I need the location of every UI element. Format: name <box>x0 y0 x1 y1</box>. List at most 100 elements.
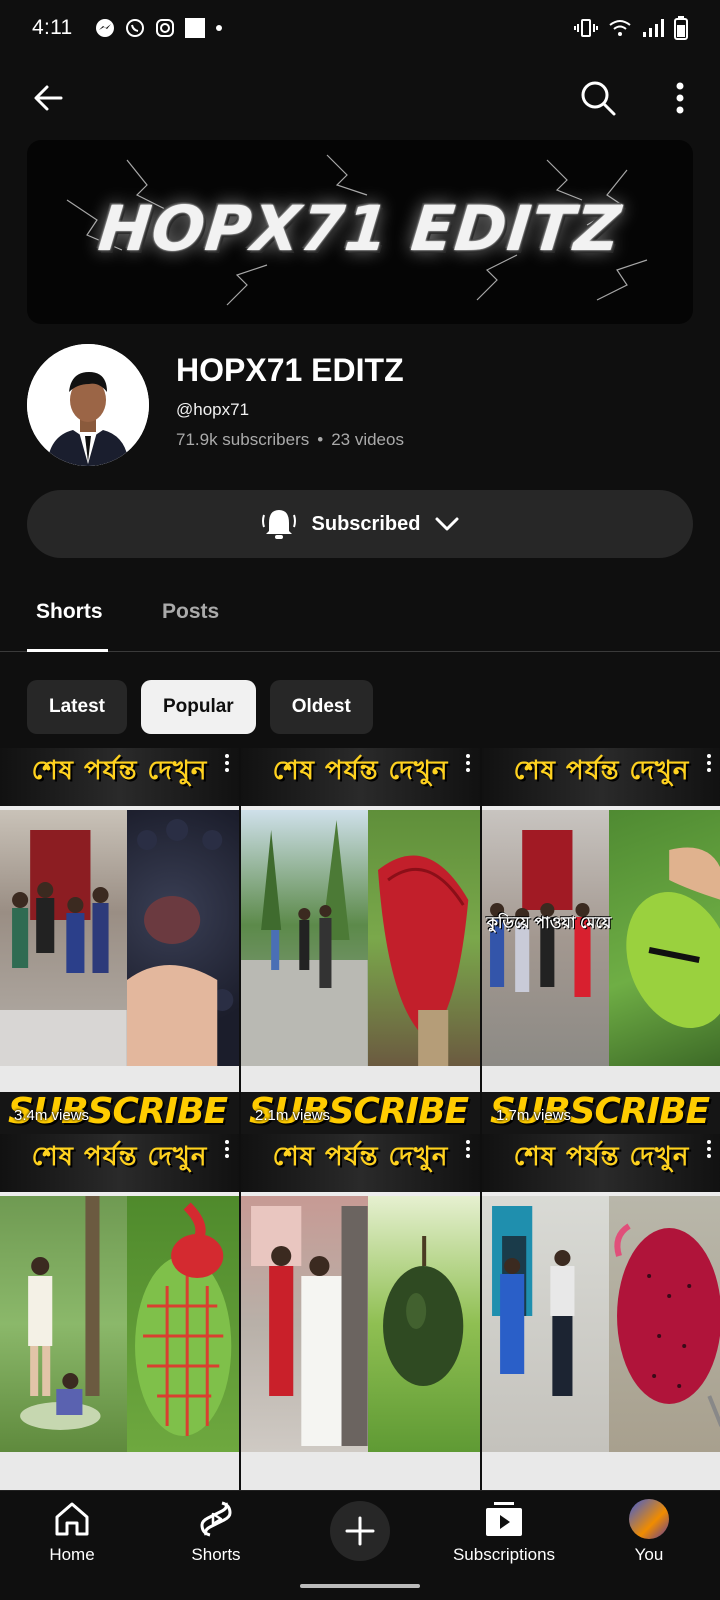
status-time: 4:11 <box>32 16 73 39</box>
short-thumbnail[interactable]: শেষ পর্যন্ত দেখুন <box>0 1134 239 1490</box>
subscriptions-icon <box>486 1502 522 1536</box>
thumbnail-caption: কুড়িয়ে পাওয়া মেয়ে <box>486 915 612 932</box>
thumbnail-banner: শেষ পর্যন্ত দেখুন <box>0 748 239 806</box>
thumbnail-image <box>241 810 368 1066</box>
create-button[interactable] <box>330 1501 390 1561</box>
nav-home-label: Home <box>49 1545 95 1564</box>
channel-avatar[interactable] <box>27 344 149 466</box>
short-more-icon[interactable] <box>466 1140 474 1158</box>
short-thumbnail[interactable]: শেষ পর্যন্ত দেখুন <box>482 1134 720 1490</box>
channel-banner: HOPX71 EDITZ <box>27 140 693 324</box>
chevron-down-icon <box>435 517 459 531</box>
thumbnail-lower <box>482 1452 720 1490</box>
thumbnail-banner-text: শেষ পর্যন্ত দেখুন <box>272 756 449 786</box>
short-thumbnail[interactable]: শেষ পর্যন্ত দেখুন SUBSCRIBE 3.4m views <box>0 748 239 1134</box>
signal-icon <box>643 19 664 37</box>
vibrate-icon <box>574 19 598 37</box>
banner-title: HOPX71 EDITZ <box>95 192 625 265</box>
short-thumbnail[interactable]: শেষ পর্যন্ত দেখুন <box>241 1134 480 1490</box>
system-icons <box>574 16 688 40</box>
back-button[interactable] <box>22 72 74 124</box>
channel-name: HOPX71 EDITZ <box>176 352 404 388</box>
user-avatar <box>629 1499 669 1539</box>
thumbnail-lower <box>241 1452 480 1490</box>
thumbnail-banner: শেষ পর্যন্ত দেখুন <box>482 748 720 806</box>
thumbnail-image <box>126 810 239 1066</box>
nav-subscriptions-label: Subscriptions <box>452 1545 556 1564</box>
bell-icon <box>261 510 296 539</box>
thumbnail-banner: শেষ পর্যন্ত দেখুন <box>482 1134 720 1192</box>
short-more-icon[interactable] <box>225 1140 233 1158</box>
thumbnail-banner: শেষ পর্যন্ত দেখুন <box>241 748 480 806</box>
whatsapp-icon <box>125 19 144 37</box>
subscriber-count: 71.9k subscribers <box>176 430 310 449</box>
nav-home[interactable]: Home <box>0 1499 152 1565</box>
thumbnail-image <box>608 810 720 1066</box>
plus-icon <box>345 1516 375 1546</box>
thumbnail-banner-text: শেষ পর্যন্ত দেখুন <box>513 1142 690 1172</box>
nav-shorts[interactable]: Shorts <box>136 1499 296 1565</box>
view-count: 3.4m views <box>14 1107 90 1124</box>
search-button[interactable] <box>572 72 624 124</box>
battery-icon <box>674 16 688 40</box>
active-tab-indicator <box>27 649 108 652</box>
sort-chips: Latest Popular Oldest <box>27 680 373 734</box>
nav-shorts-label: Shorts <box>191 1545 241 1564</box>
messenger-icon <box>95 19 114 37</box>
thumbnail-banner-text: শেষ পর্যন্ত দেখুন <box>272 1142 449 1172</box>
back-arrow-icon <box>34 85 63 111</box>
channel-meta: 71.9k subscribers • 23 videos <box>176 430 404 450</box>
channel-tabs: Shorts Posts <box>0 588 720 652</box>
shorts-icon <box>200 1501 232 1537</box>
view-count: 2.1m views <box>255 1107 331 1124</box>
thumbnail-image <box>367 810 480 1066</box>
short-more-icon[interactable] <box>707 754 715 772</box>
thumbnail-banner: শেষ পর্যন্ত দেখুন <box>241 1134 480 1192</box>
wifi-icon <box>609 20 631 36</box>
short-more-icon[interactable] <box>466 754 474 772</box>
short-thumbnail[interactable]: শেষ পর্যন্ত দেখুন SUBSCRIBE 2.1m views <box>241 748 480 1134</box>
thumbnail-image <box>482 1196 609 1452</box>
short-thumbnail[interactable]: শেষ পর্যন্ত দেখুন কুড়িয়ে পাওয়া মেয়ে … <box>482 748 720 1134</box>
subscribed-button[interactable]: Subscribed <box>27 490 693 558</box>
gesture-home-indicator[interactable] <box>300 1584 420 1588</box>
thumbnail-banner-text: শেষ পর্যন্ত দেখুন <box>31 1142 208 1172</box>
subscribed-label: Subscribed <box>311 512 421 535</box>
thumbnail-image <box>241 1196 368 1452</box>
tab-shorts[interactable]: Shorts <box>36 600 103 624</box>
nav-subscriptions[interactable]: Subscriptions <box>424 1499 584 1565</box>
dot-icon <box>215 25 222 31</box>
more-options-button[interactable] <box>654 72 706 124</box>
meta-separator: • <box>317 430 324 449</box>
notification-icons <box>95 18 223 38</box>
tab-posts[interactable]: Posts <box>162 600 219 624</box>
short-more-icon[interactable] <box>707 1140 715 1158</box>
thumbnail-image <box>0 1196 127 1452</box>
nav-you-label: You <box>634 1545 664 1564</box>
view-count: 1.7m views <box>496 1107 572 1124</box>
square-icon <box>184 18 205 38</box>
thumbnail-image <box>367 1196 480 1452</box>
thumbnail-image <box>0 810 127 1066</box>
chip-latest[interactable]: Latest <box>27 680 127 734</box>
thumbnail-banner: শেষ পর্যন্ত দেখুন <box>0 1134 239 1192</box>
chip-oldest[interactable]: Oldest <box>269 680 373 734</box>
thumbnail-image <box>482 810 609 1066</box>
thumbnail-image <box>126 1196 239 1452</box>
avatar-portrait <box>27 344 149 466</box>
chip-popular[interactable]: Popular <box>140 680 256 734</box>
nav-you[interactable]: You <box>569 1499 720 1565</box>
channel-handle: @hopx71 <box>176 400 250 419</box>
instagram-icon <box>155 19 174 37</box>
thumbnail-banner-text: শেষ পর্যন্ত দেখুন <box>31 756 208 786</box>
thumbnail-banner-text: শেষ পর্যন্ত দেখুন <box>513 756 690 786</box>
home-icon <box>55 1502 89 1536</box>
bottom-navigation: Home Shorts Subscriptions You <box>0 1490 720 1600</box>
thumbnail-image <box>608 1196 720 1452</box>
video-count: 23 videos <box>331 430 404 449</box>
top-app-bar <box>0 72 720 128</box>
search-icon <box>581 81 616 116</box>
status-bar: 4:11 <box>0 0 720 56</box>
thumbnail-lower <box>0 1452 239 1490</box>
short-more-icon[interactable] <box>225 754 233 772</box>
